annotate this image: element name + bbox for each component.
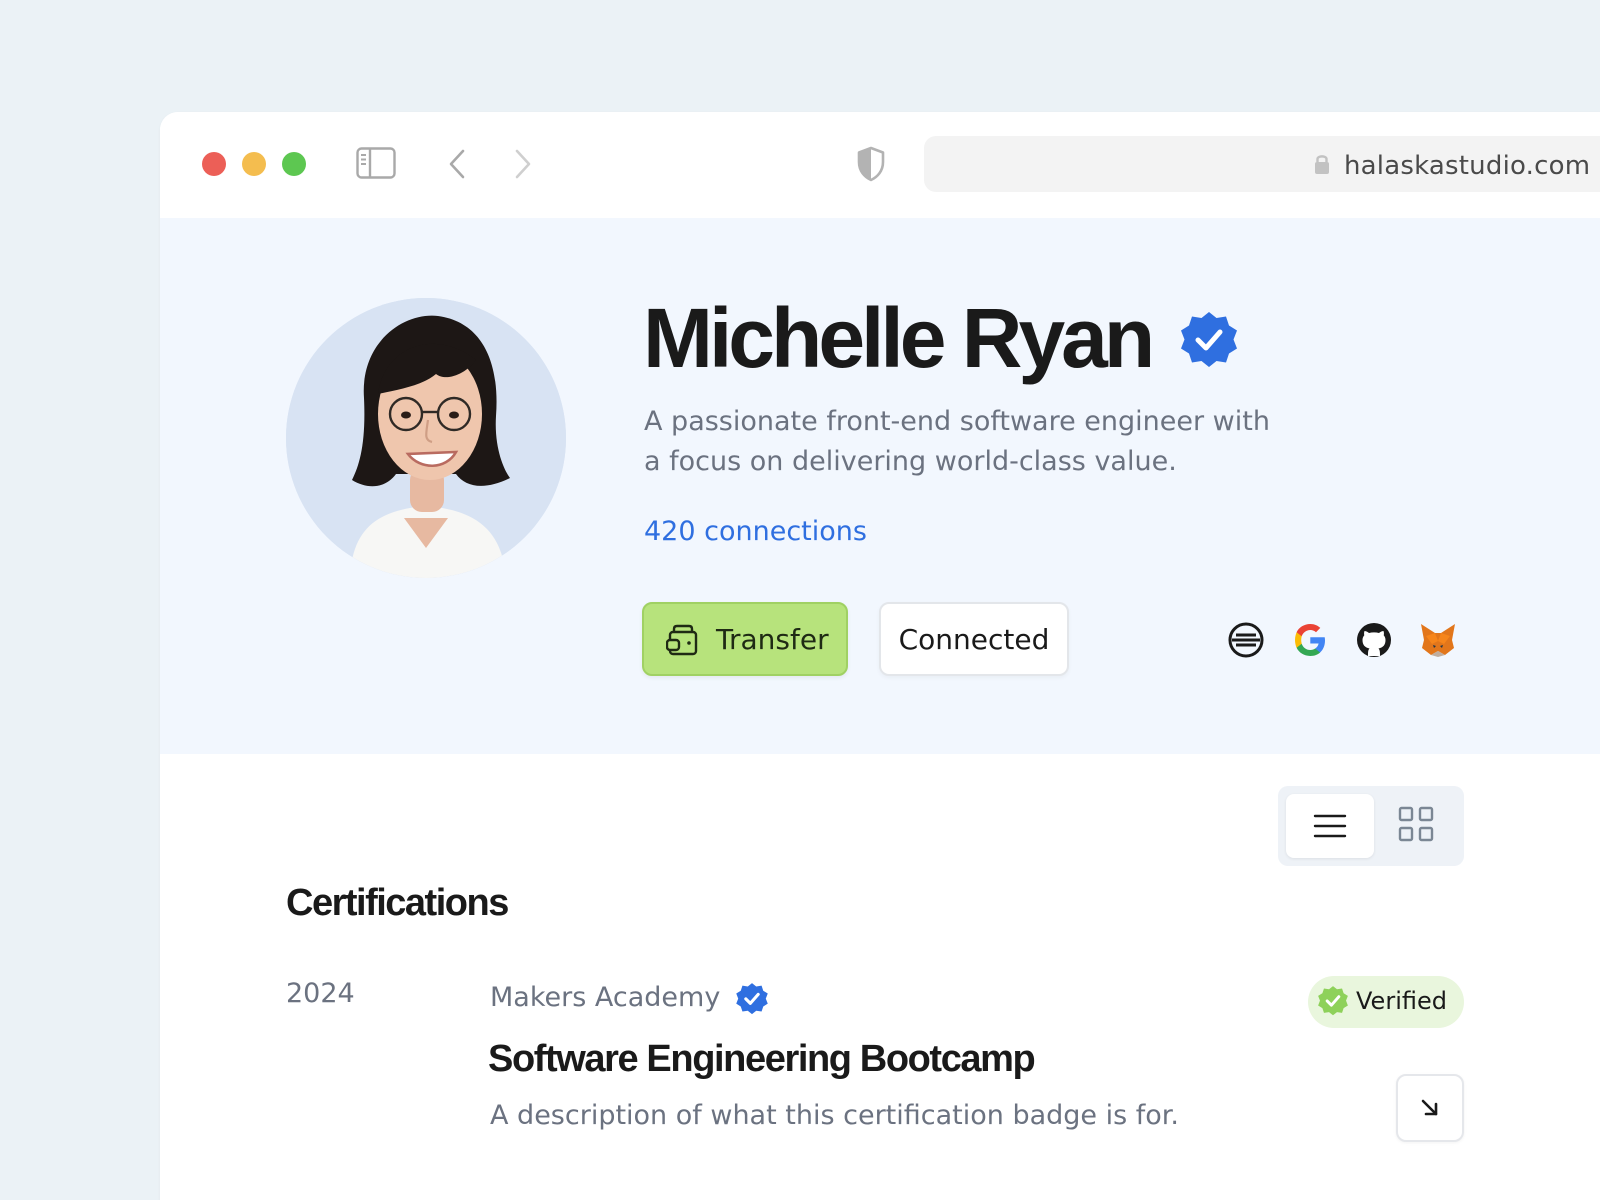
minimize-window-button[interactable] [242,152,266,176]
verified-badge-icon [1181,312,1237,367]
maximize-window-button[interactable] [282,152,306,176]
shield-icon[interactable] [856,146,886,182]
profile-header: Michelle Ryan A passionate front-end sof… [160,218,1600,754]
browser-toolbar: halaskastudio.com [160,112,1600,218]
view-toggle [1278,786,1464,866]
cert-year: 2024 [286,978,355,1009]
cert-description: A description of what this certification… [490,1100,1180,1131]
list-view-button[interactable] [1286,794,1374,858]
profile-name: Michelle Ryan [643,291,1155,385]
verified-status-badge: Verified [1308,976,1464,1028]
connected-label: Connected [898,623,1050,656]
address-bar[interactable]: halaskastudio.com [924,136,1600,192]
close-window-button[interactable] [202,152,226,176]
issuer-verified-icon [736,983,768,1015]
certifications-title: Certifications [286,882,509,924]
transfer-button[interactable]: Transfer [642,602,848,676]
arrow-down-right-icon [1421,1099,1438,1116]
verified-check-icon [1318,986,1348,1016]
github-icon[interactable] [1354,620,1394,660]
chevron-right-icon[interactable] [510,148,534,180]
verified-label: Verified [1356,987,1447,1015]
transfer-label: Transfer [716,623,829,656]
url-text: halaskastudio.com [1344,151,1591,181]
cert-issuer: Makers Academy [490,982,721,1013]
list-icon [1313,814,1347,838]
google-icon[interactable] [1290,620,1330,660]
open-certification-button[interactable] [1396,1074,1464,1142]
transfer-icon [666,624,698,656]
lock-icon [1315,155,1329,174]
grid-view-icon[interactable] [1394,802,1442,850]
browser-window: halaskastudio.com Michelle Ryan A passio… [160,112,1600,1200]
connections-link[interactable]: 420 connections [644,516,867,547]
metamask-icon[interactable] [1418,620,1458,660]
cert-title: Software Engineering Bootcamp [488,1038,1036,1080]
avatar-portrait [286,298,566,578]
chevron-left-icon[interactable] [446,148,470,180]
ethereum-icon[interactable] [1226,620,1266,660]
connected-button[interactable]: Connected [879,602,1069,676]
profile-bio: A passionate front-end software engineer… [644,406,1270,477]
avatar [286,298,566,578]
sidebar-toggle-icon[interactable] [356,147,396,179]
